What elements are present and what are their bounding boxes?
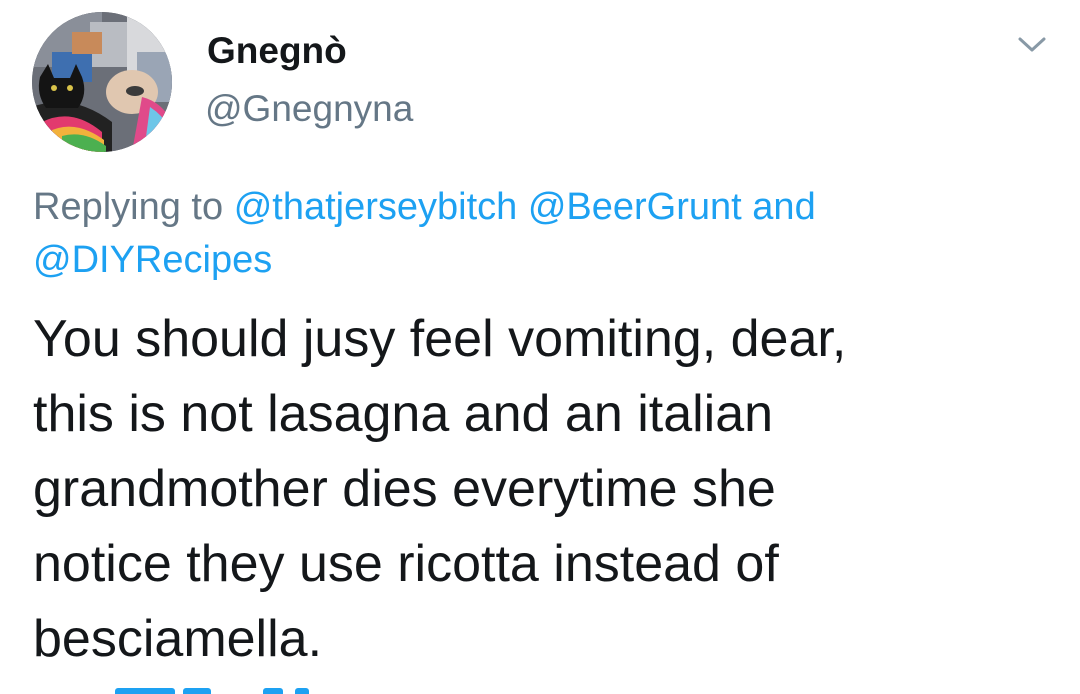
mention-conjunction[interactable]: and [752, 186, 815, 228]
replying-to-label: Replying to [33, 186, 224, 228]
display-name[interactable]: Gnegnò [207, 30, 347, 72]
tweet: Gnegnò @Gnegnyna Replying to @thatjersey… [0, 0, 1080, 694]
replying-to: Replying to @thatjerseybitch @BeerGrunt … [33, 181, 1033, 287]
avatar-artwork [32, 12, 172, 152]
tweet-text: You should jusy feel vomiting, dear, thi… [33, 310, 847, 668]
user-handle[interactable]: @Gnegnyna [205, 88, 413, 130]
mention-link[interactable]: @thatjerseybitch [234, 186, 518, 228]
mention-link[interactable]: @BeerGrunt [528, 186, 742, 228]
mention-link[interactable]: @DIYRecipes [33, 239, 272, 281]
chevron-down-icon[interactable] [1012, 30, 1052, 60]
avatar[interactable] [32, 12, 172, 152]
cropped-link-text [33, 688, 453, 694]
